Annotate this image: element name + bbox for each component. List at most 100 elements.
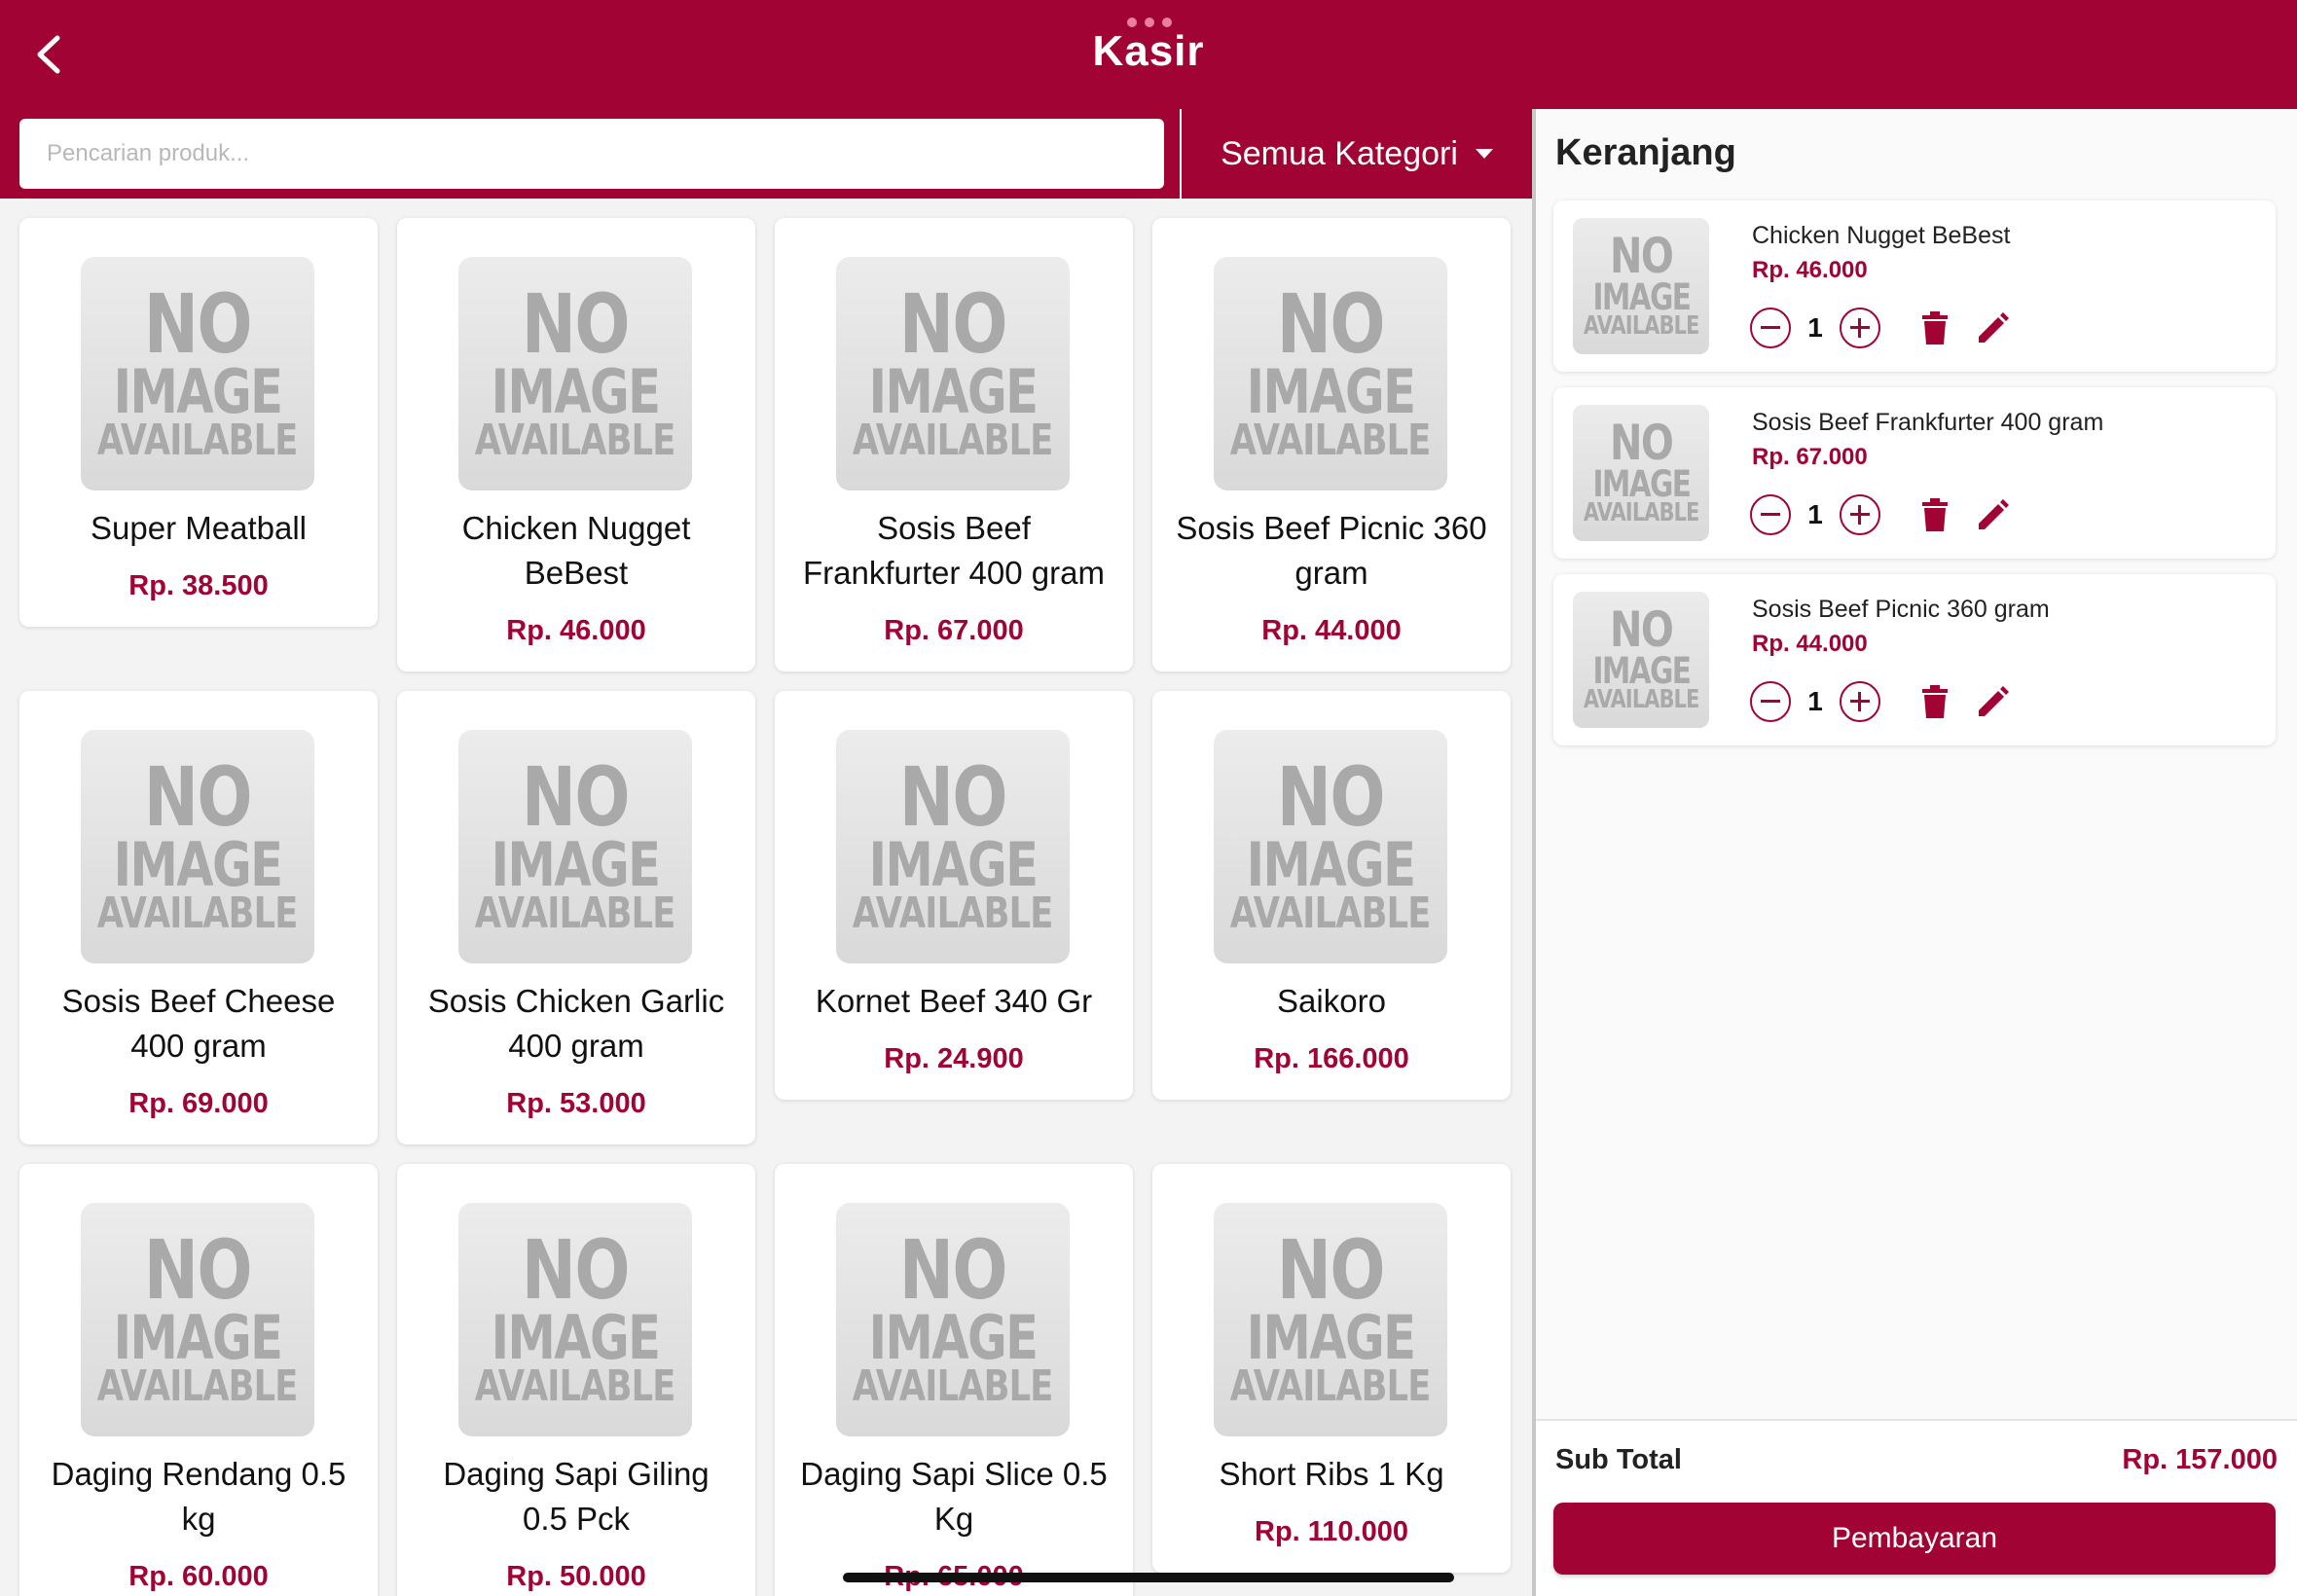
no-image-text: IMAGE: [491, 1301, 661, 1373]
no-image-text: NO: [1609, 415, 1674, 472]
product-card[interactable]: NO IMAGE AVAILABLE Sosis Chicken Garlic 400…: [397, 691, 755, 1144]
no-image-placeholder: NO IMAGE AVAILABLE: [1214, 1203, 1447, 1436]
product-name: Short Ribs 1 Kg: [1219, 1456, 1444, 1492]
no-image-placeholder: NO IMAGE AVAILABLE: [458, 257, 692, 490]
no-image-text: NO: [1276, 1221, 1386, 1318]
pencil-icon[interactable]: [1974, 494, 2013, 535]
no-image-text: IMAGE: [1592, 649, 1691, 692]
product-image: NO IMAGE AVAILABLE: [1214, 257, 1447, 490]
product-name: Daging Rendang 0.5 kg: [51, 1456, 346, 1537]
product-image: NO IMAGE AVAILABLE: [1214, 1203, 1447, 1436]
product-name: Daging Sapi Slice 0.5 Kg: [800, 1456, 1108, 1537]
no-image-text: AVAILABLE: [97, 416, 299, 466]
product-image: NO IMAGE AVAILABLE: [81, 730, 314, 963]
search-bar: Semua Kategori: [0, 109, 1532, 199]
product-name: Daging Sapi Giling 0.5 Pck: [443, 1456, 710, 1537]
cart-item-price: Rp. 46.000: [1752, 257, 1868, 283]
no-image-placeholder: NO IMAGE AVAILABLE: [1573, 592, 1709, 728]
cart-item-price: Rp. 67.000: [1752, 444, 1868, 470]
no-image-text: AVAILABLE: [97, 889, 299, 939]
no-image-text: NO: [1276, 275, 1386, 372]
no-image-text: IMAGE: [1246, 355, 1416, 427]
cart-item: NO IMAGE AVAILABLE Sosis Beef Picnic 360 gr…: [1553, 574, 2276, 745]
product-price: Rp. 50.000: [506, 1561, 646, 1592]
cart-footer: Sub Total Rp. 157.000 Pembayaran: [1536, 1419, 2297, 1596]
minus-circle-icon[interactable]: [1750, 494, 1791, 535]
product-card[interactable]: NO IMAGE AVAILABLE Short Ribs 1 Kg Rp. 110.0…: [1152, 1164, 1511, 1573]
no-image-text: AVAILABLE: [1230, 1361, 1432, 1412]
trash-icon[interactable]: [1915, 681, 1954, 722]
caret-down-icon: [1475, 149, 1493, 159]
product-card[interactable]: NO IMAGE AVAILABLE Kornet Beef 340 Gr Rp. 24…: [775, 691, 1133, 1100]
no-image-text: IMAGE: [1246, 828, 1416, 900]
product-name: Chicken Nugget BeBest: [461, 510, 691, 591]
plus-circle-icon[interactable]: [1840, 681, 1880, 722]
home-indicator[interactable]: [843, 1573, 1454, 1582]
pencil-icon[interactable]: [1974, 681, 2013, 722]
no-image-text: NO: [1276, 748, 1386, 845]
product-card[interactable]: NO IMAGE AVAILABLE Saikoro Rp. 166.000: [1152, 691, 1511, 1100]
product-name: Saikoro: [1277, 983, 1386, 1019]
no-image-text: IMAGE: [1246, 1301, 1416, 1373]
product-image: NO IMAGE AVAILABLE: [81, 1203, 314, 1436]
product-price: Rp. 38.500: [128, 570, 269, 601]
product-panel: Semua Kategori NOIMAGEAVAILABLESuper Mea…: [0, 109, 1532, 1596]
product-price: Rp. 53.000: [506, 1088, 646, 1119]
plus-circle-icon[interactable]: [1840, 494, 1880, 535]
no-image-placeholder: NO IMAGE AVAILABLE: [1573, 405, 1709, 541]
product-card[interactable]: NO IMAGE AVAILABLE Daging Rendang 0.5 kg Rp.…: [19, 1164, 378, 1596]
no-image-text: AVAILABLE: [853, 416, 1054, 466]
cart-item: NO IMAGE AVAILABLE Sosis Beef Frankfurter 4…: [1553, 387, 2276, 559]
no-image-text: IMAGE: [868, 355, 1039, 427]
trash-icon[interactable]: [1915, 494, 1954, 535]
product-card[interactable]: NO IMAGE AVAILABLE Sosis Beef Frankfurter 4…: [775, 218, 1133, 671]
quantity-value: 1: [1807, 312, 1823, 343]
trash-icon[interactable]: [1915, 308, 1954, 348]
quantity-value: 1: [1807, 686, 1823, 716]
no-image-text: AVAILABLE: [1583, 310, 1699, 341]
no-image-placeholder: NO IMAGE AVAILABLE: [836, 1203, 1070, 1436]
minus-circle-icon[interactable]: [1750, 308, 1791, 348]
product-card[interactable]: NO IMAGE AVAILABLE Super Meatball Rp. 38.500: [19, 218, 378, 627]
no-image-placeholder: NO IMAGE AVAILABLE: [81, 257, 314, 490]
no-image-placeholder: NO IMAGE AVAILABLE: [836, 730, 1070, 963]
product-card[interactable]: NO IMAGE AVAILABLE Chicken Nugget BeBest Rp.…: [397, 218, 755, 671]
product-card[interactable]: NO IMAGE AVAILABLE Sosis Beef Cheese 400 gr…: [19, 691, 378, 1144]
no-image-text: AVAILABLE: [1583, 684, 1699, 714]
quantity-controls: 1: [1750, 681, 2013, 722]
no-image-text: IMAGE: [868, 1301, 1039, 1373]
plus-circle-icon[interactable]: [1840, 308, 1880, 348]
payment-button[interactable]: Pembayaran: [1553, 1503, 2276, 1575]
minus-circle-icon[interactable]: [1750, 681, 1791, 722]
multitask-dots-icon[interactable]: [1127, 18, 1172, 27]
product-price: Rp. 166.000: [1254, 1043, 1409, 1074]
product-image: NO IMAGE AVAILABLE: [836, 257, 1070, 490]
page-title: Kasir: [1092, 27, 1205, 75]
cart-item-image: NO IMAGE AVAILABLE: [1573, 218, 1709, 354]
product-image: NO IMAGE AVAILABLE: [1214, 730, 1447, 963]
pencil-icon[interactable]: [1974, 308, 2013, 348]
quantity-controls: 1: [1750, 308, 2013, 348]
no-image-text: AVAILABLE: [1230, 889, 1432, 939]
no-image-text: NO: [898, 748, 1008, 845]
product-image: NO IMAGE AVAILABLE: [836, 730, 1070, 963]
product-card[interactable]: NO IMAGE AVAILABLE Sosis Beef Picnic 360 gr…: [1152, 218, 1511, 671]
product-name: Sosis Chicken Garlic 400 gram: [427, 983, 725, 1064]
cart-item-name: Sosis Beef Picnic 360 gram: [1752, 596, 2050, 623]
product-price: Rp. 46.000: [506, 615, 646, 646]
product-image: NO IMAGE AVAILABLE: [458, 1203, 692, 1436]
product-name: Kornet Beef 340 Gr: [815, 983, 1093, 1019]
product-card[interactable]: NO IMAGE AVAILABLE Daging Sapi Giling 0.5 P…: [397, 1164, 755, 1596]
product-card[interactable]: NO IMAGE AVAILABLE Daging Sapi Slice 0.5 Kg…: [775, 1164, 1133, 1596]
no-image-text: NO: [143, 275, 253, 372]
no-image-placeholder: NO IMAGE AVAILABLE: [458, 730, 692, 963]
no-image-text: IMAGE: [1592, 275, 1691, 318]
no-image-placeholder: NO IMAGE AVAILABLE: [81, 1203, 314, 1436]
product-name: Sosis Beef Cheese 400 gram: [61, 983, 336, 1064]
no-image-text: AVAILABLE: [475, 889, 676, 939]
category-dropdown[interactable]: Semua Kategori: [1180, 109, 1532, 199]
search-input[interactable]: [19, 119, 1164, 189]
quantity-value: 1: [1807, 499, 1823, 529]
no-image-placeholder: NO IMAGE AVAILABLE: [836, 257, 1070, 490]
cart-title: Keranjang: [1555, 132, 1736, 173]
